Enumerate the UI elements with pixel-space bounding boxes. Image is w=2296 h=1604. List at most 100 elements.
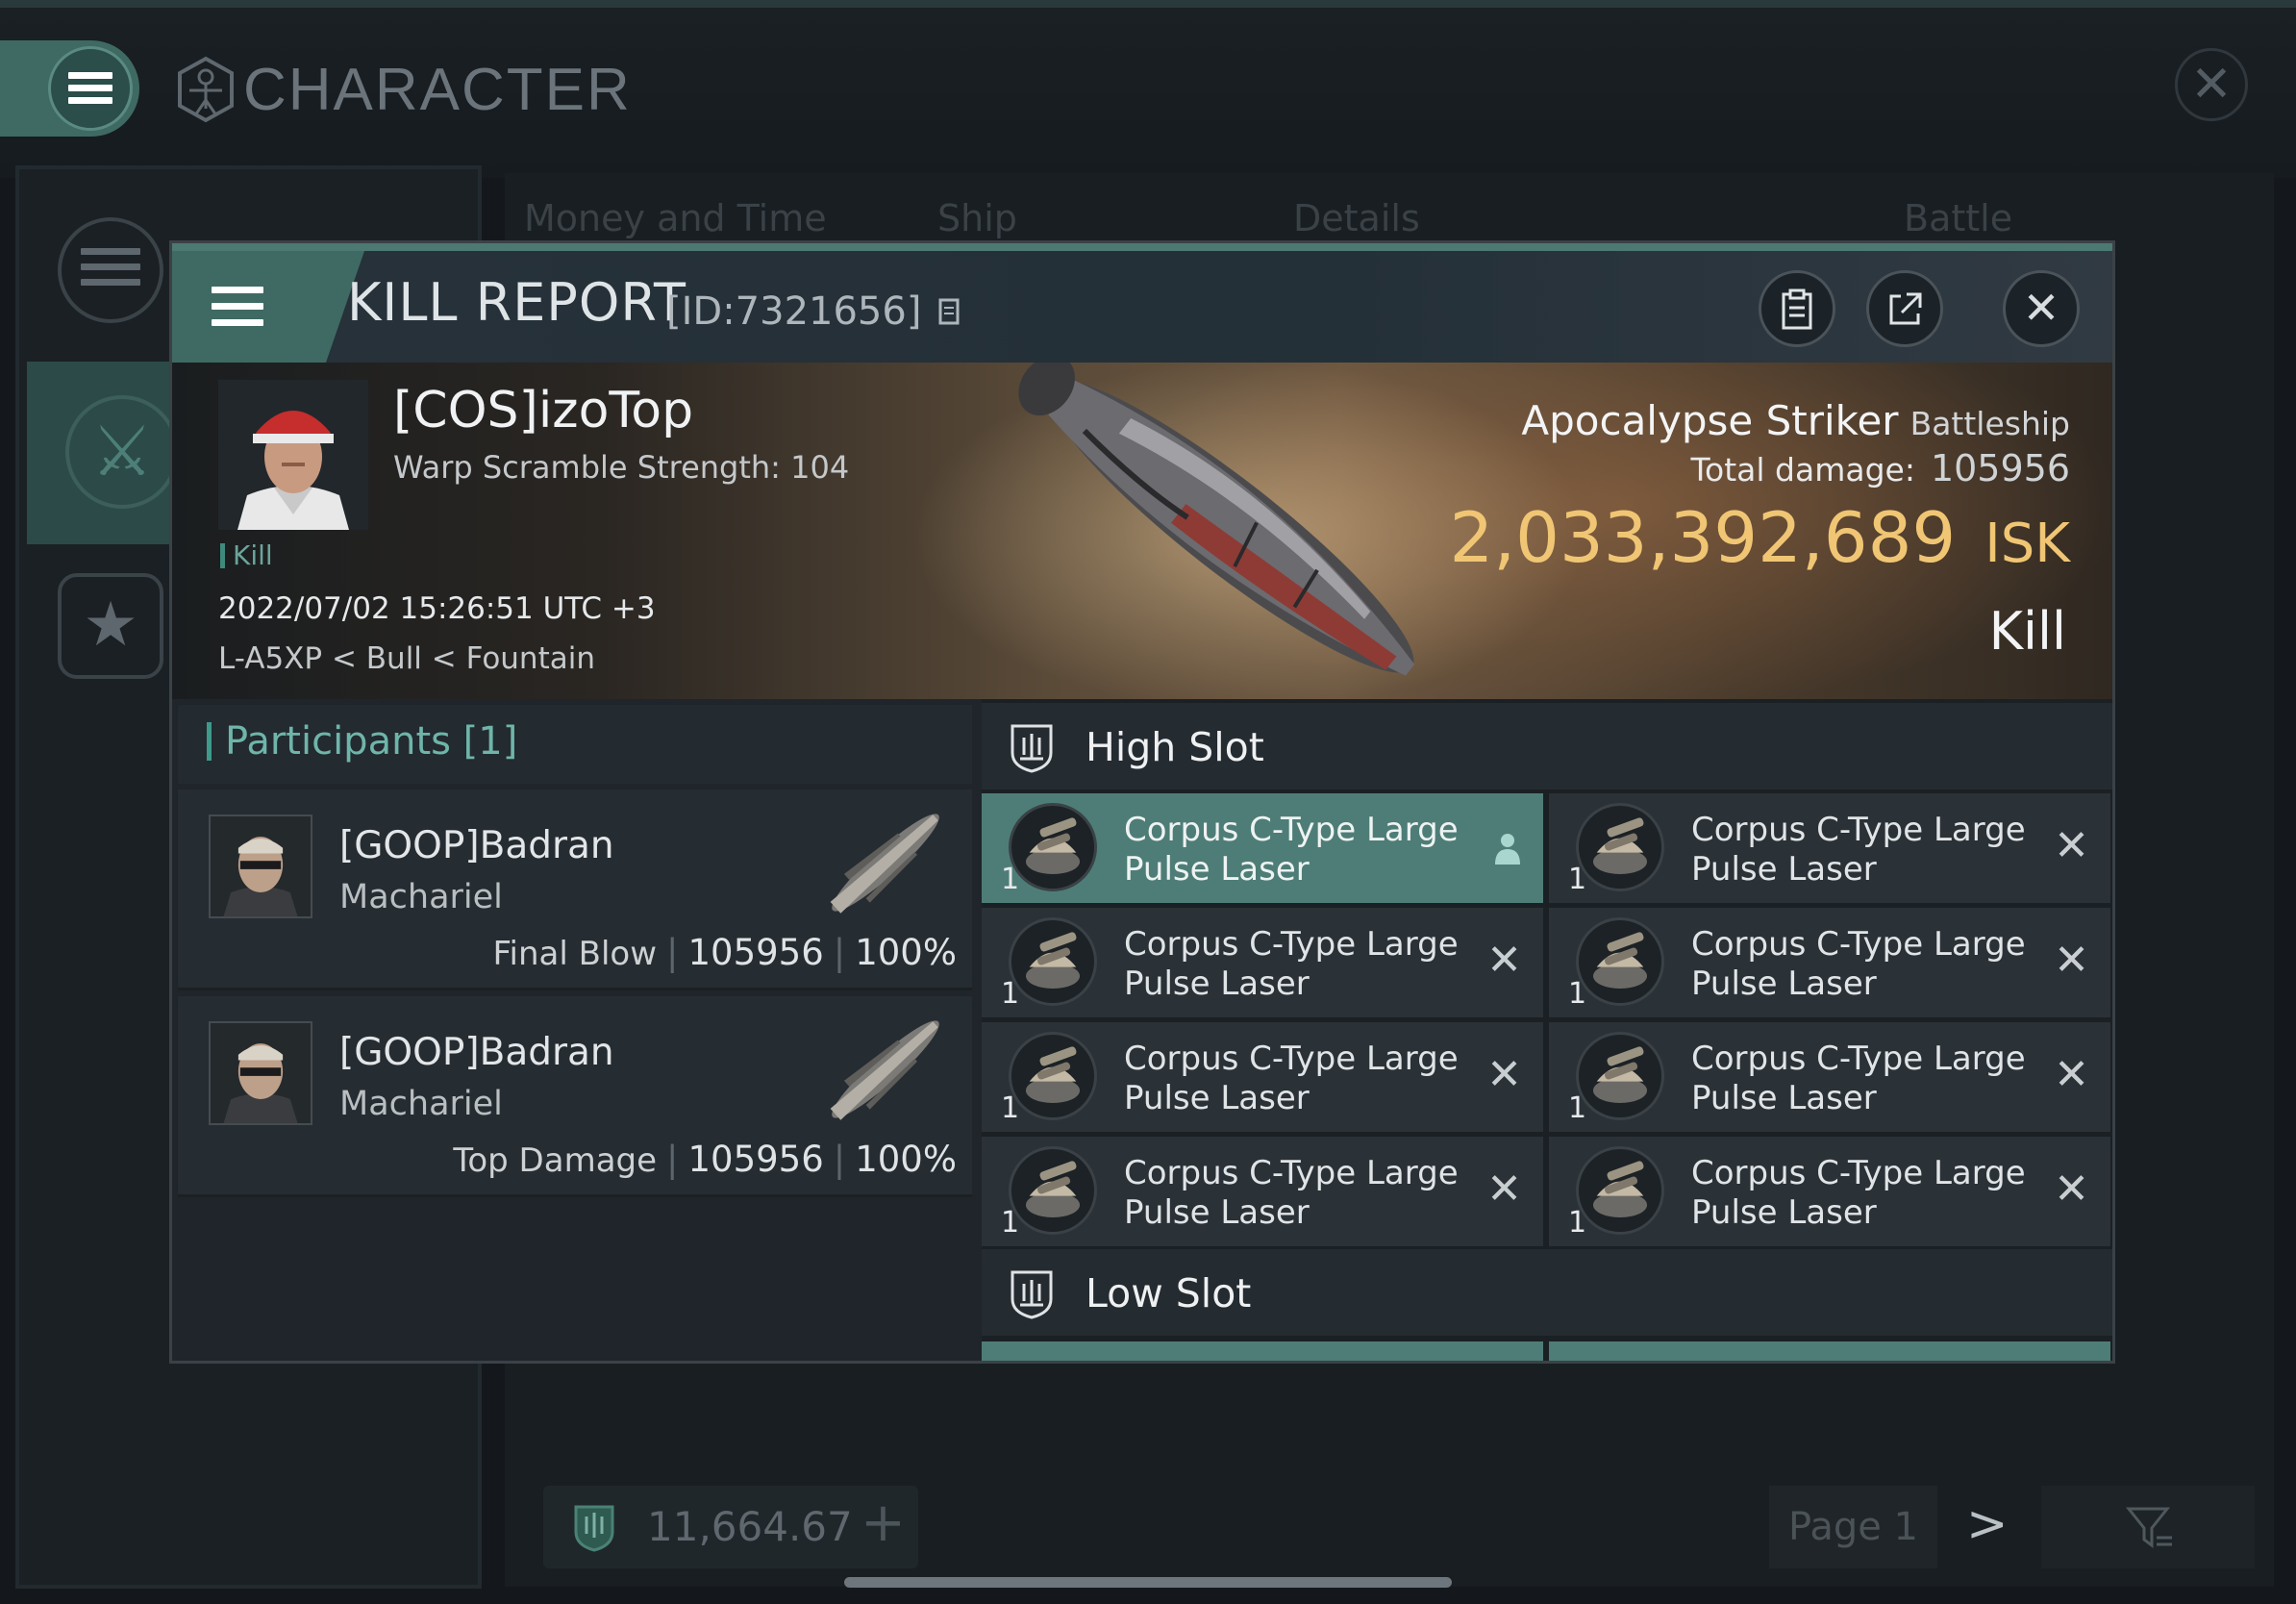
slot-shield-icon xyxy=(1011,1270,1053,1319)
participants-panel: Participants [1] [GOOP]Badran Machariel … xyxy=(172,699,978,1361)
module-quantity: 1 xyxy=(1001,863,1020,896)
victim-ship-render xyxy=(1018,363,1415,676)
module-name: Corpus C-Type Large Pulse Laser xyxy=(1691,925,2026,1003)
module-item-partial[interactable] xyxy=(1549,1341,2110,1361)
kill-tag: Kill xyxy=(220,542,273,569)
character-icon xyxy=(178,56,234,123)
participant-name[interactable]: [GOOP]Badran xyxy=(339,1031,614,1074)
ship-class: Battleship xyxy=(1909,405,2070,442)
module-item[interactable]: 1 Corpus C-Type Large Pulse Laser ✕ xyxy=(982,908,1543,1017)
kill-location[interactable]: L-A5XP < Bull < Fountain xyxy=(218,641,595,676)
total-damage-value: 105956 xyxy=(1930,447,2070,489)
page-label: Page 1 xyxy=(1769,1486,1937,1568)
participants-title: Participants [1] xyxy=(207,722,517,761)
menu-list-icon[interactable] xyxy=(58,217,163,323)
module-item[interactable]: 1 Corpus C-Type Large Pulse Laser ✕ xyxy=(1549,793,2110,903)
rail-selected-item[interactable]: ⚔ xyxy=(27,362,190,544)
x-icon: ✕ xyxy=(1486,1165,1522,1214)
ship-type[interactable]: Apocalypse Striker xyxy=(1521,397,1898,444)
participant-ship: Machariel xyxy=(339,1085,503,1123)
x-icon: ✕ xyxy=(1486,1050,1522,1099)
kill-report-id-text: [ID:7321656] xyxy=(666,289,922,334)
kill-timestamp: 2022/07/02 15:26:51 UTC +3 xyxy=(218,591,656,626)
participant-role: Final Blow xyxy=(492,935,658,973)
module-item[interactable]: 1 Corpus C-Type Large Pulse Laser ✕ xyxy=(982,1137,1543,1246)
participant-ship-render xyxy=(830,1020,939,1120)
module-name: Corpus C-Type Large Pulse Laser xyxy=(1124,811,1459,889)
x-icon: ✕ xyxy=(2054,1165,2089,1214)
module-name: Corpus C-Type Large Pulse Laser xyxy=(1124,925,1459,1003)
turret-icon xyxy=(1009,1146,1097,1235)
low-slot-title: Low Slot xyxy=(1086,1270,1252,1316)
victim-name[interactable]: [COS]izoTop xyxy=(393,382,693,439)
x-icon: ✕ xyxy=(1486,936,1522,985)
avatar xyxy=(209,1021,312,1125)
kill-report-title: KILL REPORT xyxy=(347,272,686,333)
close-icon[interactable]: ✕ xyxy=(2175,48,2248,121)
low-slot-header: Low Slot xyxy=(982,1249,2112,1336)
module-item[interactable]: 1 Corpus C-Type Large Pulse Laser ✕ xyxy=(1549,1022,2110,1132)
module-quantity: 1 xyxy=(1568,977,1587,1011)
module-item[interactable]: 1 Corpus C-Type Large Pulse Laser ✕ xyxy=(982,1022,1543,1132)
kill-report-modal: KILL REPORT [ID:7321656] ✕ [COS]izoTop W… xyxy=(169,240,2115,1364)
module-item[interactable]: 1 Corpus C-Type Large Pulse Laser ✕ xyxy=(1549,1137,2110,1246)
clipboard-button[interactable] xyxy=(1759,270,1835,347)
filter-icon xyxy=(2126,1507,2172,1548)
kill-report-header: KILL REPORT [ID:7321656] ✕ xyxy=(172,243,2112,363)
isk-amount: 2,033,392,689 xyxy=(1449,497,1957,578)
module-item-partial[interactable] xyxy=(982,1341,1543,1361)
turret-icon xyxy=(1009,917,1097,1006)
isk-unit: ISK xyxy=(1984,513,2070,575)
participant-ship: Machariel xyxy=(339,878,503,916)
star-badge-icon[interactable]: ★ xyxy=(58,573,163,679)
module-item[interactable]: 1 Corpus C-Type Large Pulse Laser ✕ xyxy=(1549,908,2110,1017)
module-quantity: 1 xyxy=(1568,863,1587,896)
copy-icon[interactable] xyxy=(937,297,962,328)
participant-row[interactable]: [GOOP]Badran Machariel Final Blow | 105956… xyxy=(178,789,972,990)
module-quantity: 1 xyxy=(1568,1206,1587,1240)
clipboard-icon xyxy=(1782,288,1812,330)
bottom-bar: 11,664.67 + Page 1 > xyxy=(543,1486,2274,1572)
participant-stats: Top Damage | 105956 | 100% xyxy=(453,1139,957,1180)
total-damage-label: Total damage: xyxy=(1690,451,1915,489)
hamburger-icon xyxy=(68,72,112,105)
kill-status: Kill xyxy=(1988,601,2066,662)
participant-damage: 105956 xyxy=(687,932,824,973)
participant-row[interactable]: [GOOP]Badran Machariel Top Damage | 105956… xyxy=(178,996,972,1197)
slot-shield-icon xyxy=(1011,724,1053,773)
main-menu-circle xyxy=(48,46,133,131)
victim-banner: [COS]izoTop Warp Scramble Strength: 104 … xyxy=(172,363,2112,699)
add-funds-button[interactable]: + xyxy=(861,1491,906,1554)
close-icon[interactable]: ✕ xyxy=(2003,270,2080,347)
ship-name: Apocalypse Striker Battleship xyxy=(1521,397,2070,444)
participant-name[interactable]: [GOOP]Badran xyxy=(339,824,614,867)
tab-details[interactable]: Details xyxy=(1293,197,1420,239)
module-item[interactable]: 1 Corpus C-Type Large Pulse Laser xyxy=(982,793,1543,903)
module-name: Corpus C-Type Large Pulse Laser xyxy=(1691,811,2026,889)
next-page-button[interactable]: > xyxy=(1966,1495,2009,1553)
wallet-value: 11,664.67 xyxy=(647,1503,853,1550)
filter-button[interactable] xyxy=(2041,1486,2255,1568)
module-name: Corpus C-Type Large Pulse Laser xyxy=(1124,1154,1459,1232)
module-name: Corpus C-Type Large Pulse Laser xyxy=(1691,1154,2026,1232)
tab-money-and-time[interactable]: Money and Time xyxy=(524,197,827,239)
kill-report-id: [ID:7321656] xyxy=(666,289,962,334)
hamburger-icon xyxy=(212,287,263,327)
module-quantity: 1 xyxy=(1568,1091,1587,1125)
victim-portrait xyxy=(218,380,368,530)
module-name: Corpus C-Type Large Pulse Laser xyxy=(1691,1040,2026,1117)
main-menu-button[interactable] xyxy=(0,40,139,137)
turret-icon xyxy=(1576,1032,1664,1120)
horizontal-scrollbar[interactable] xyxy=(844,1577,1452,1588)
top-accent-strip xyxy=(0,0,2296,8)
crossed-swords-icon: ⚔ xyxy=(65,395,179,509)
background-tabs: Money and Time Ship Details Battle Statu… xyxy=(524,197,2120,282)
tab-ship[interactable]: Ship xyxy=(937,197,1017,239)
kill-report-menu-button[interactable] xyxy=(172,251,364,363)
participants-header: Participants [1] xyxy=(178,705,972,784)
isk-value: 2,033,392,689 ISK xyxy=(1449,497,2070,578)
share-button[interactable] xyxy=(1866,270,1943,347)
page-title: CHARACTER xyxy=(243,57,632,123)
module-quantity: 1 xyxy=(1001,977,1020,1011)
turret-icon xyxy=(1576,917,1664,1006)
